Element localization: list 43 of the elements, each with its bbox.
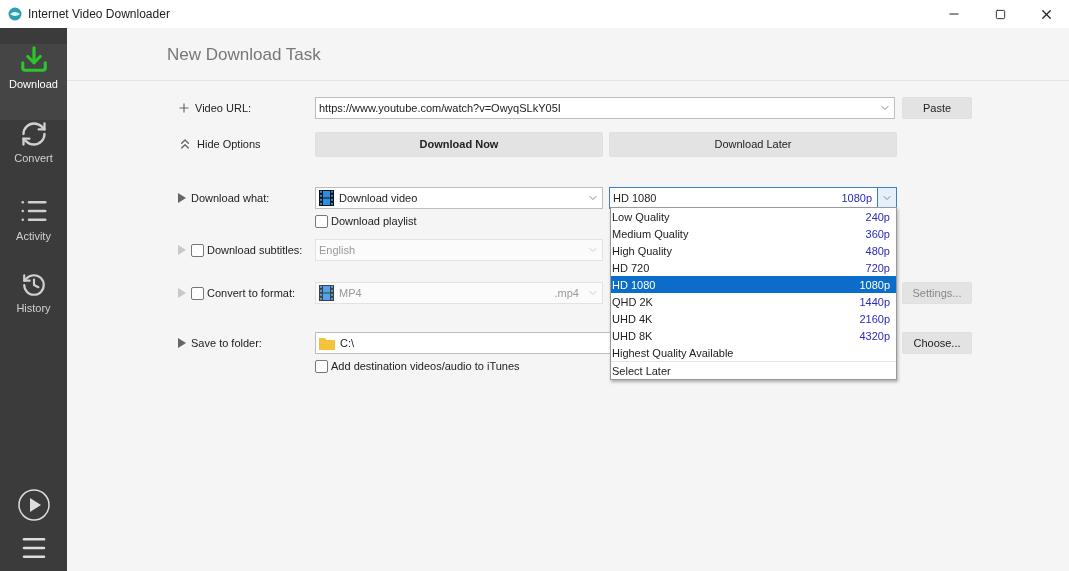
history-icon: [20, 272, 47, 298]
sidebar-item[interactable]: Convert: [0, 120, 67, 196]
checkbox[interactable]: Download subtitles:: [191, 243, 303, 257]
sidebar-item[interactable]: Download: [0, 44, 67, 120]
quality-option[interactable]: Select Later: [611, 361, 896, 379]
field-label: Video URL:: [195, 102, 252, 114]
film-icon: [319, 190, 334, 206]
checkbox[interactable]: Convert to format:: [191, 286, 296, 300]
url-field[interactable]: https://www.youtube.com/watch?v=OwyqSLkY05I: [315, 97, 895, 119]
checkbox[interactable]: Add destination videos/audio to iTunes: [315, 359, 520, 373]
film-icon: [319, 285, 334, 301]
download-icon: [18, 44, 49, 74]
quality-option[interactable]: HD 720 720p: [611, 259, 896, 276]
window-title: Internet Video Downloader: [28, 7, 171, 21]
sidebar-item[interactable]: History: [0, 272, 67, 348]
action-button[interactable]: Download Later: [609, 131, 897, 157]
add-icon: [177, 101, 191, 115]
quality-option[interactable]: UHD 8K 4320p: [611, 327, 896, 344]
maximize-icon: [994, 8, 1006, 20]
choose-button[interactable]: Choose...: [902, 332, 972, 354]
quality-option[interactable]: Medium Quality 360p: [611, 225, 896, 242]
expand-arrow-icon[interactable]: [177, 193, 187, 203]
quality-option[interactable]: UHD 4K 2160p: [611, 310, 896, 327]
app-logo-icon: [8, 7, 22, 21]
action-button[interactable]: Download Now: [315, 131, 603, 157]
quality-option[interactable]: QHD 2K 1440p: [611, 293, 896, 310]
quality-dropdown[interactable]: HD 1080 1080p: [609, 187, 897, 209]
sidebar-item[interactable]: Activity: [0, 196, 67, 272]
refresh-icon: [19, 120, 48, 148]
quality-option[interactable]: Highest Quality Available: [611, 344, 896, 361]
field-label: Download what:: [191, 192, 270, 204]
play-icon[interactable]: [17, 489, 50, 521]
folder-icon: [319, 336, 335, 350]
paste-button[interactable]: Paste: [902, 97, 972, 119]
quality-option[interactable]: HD 1080 1080p: [611, 276, 896, 293]
options-toggle[interactable]: Hide Options: [197, 138, 261, 150]
checkbox[interactable]: Download playlist: [315, 214, 417, 228]
expand-arrow-icon[interactable]: [177, 338, 187, 348]
quality-option[interactable]: High Quality 480p: [611, 242, 896, 259]
download-type-dropdown[interactable]: Download video: [315, 187, 603, 209]
field-label: Save to folder:: [191, 337, 262, 349]
page-title: New Download Task: [67, 28, 1069, 81]
quality-option[interactable]: Low Quality 240p: [611, 208, 896, 225]
